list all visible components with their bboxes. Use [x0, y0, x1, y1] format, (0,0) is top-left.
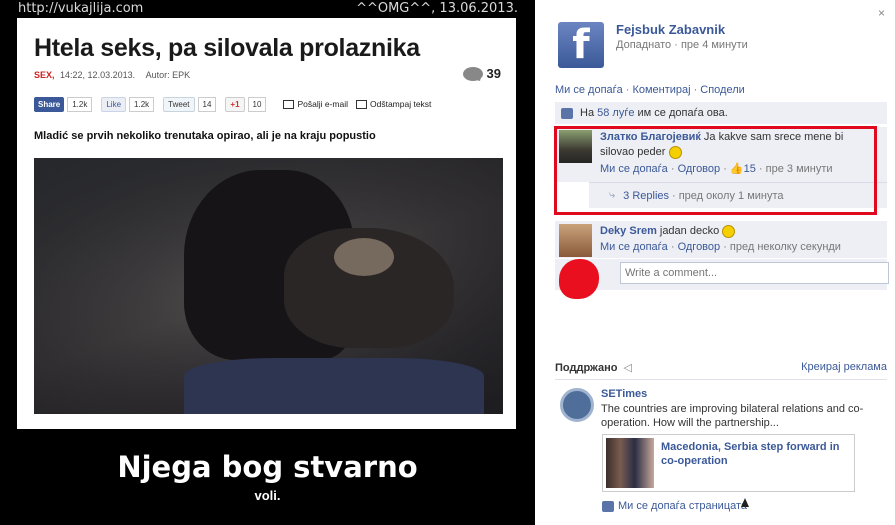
likes-people-link[interactable]: 58 луѓе	[597, 107, 634, 119]
post-actions: Ми се допаѓа · Коментирај · Сподели	[555, 84, 745, 96]
comment-bubble-icon	[462, 66, 483, 81]
thumbs-up-icon	[602, 500, 614, 512]
article-subtitle: Mladić se prvih nekoliko trenutaka opira…	[34, 130, 376, 142]
article-photo	[34, 158, 503, 414]
close-icon[interactable]: ×	[878, 6, 885, 20]
watermark-site: http://vukajlija.com	[18, 1, 144, 16]
comment-count: 39	[462, 66, 501, 81]
poster-caption-subtitle: voli.	[254, 488, 281, 503]
comment-input[interactable]	[620, 262, 889, 284]
smile-emoticon-icon	[722, 224, 736, 238]
poster: http://vukajlija.com ^^OMG^^, 13.06.2013…	[0, 0, 535, 525]
article-category: SEX,	[34, 70, 55, 80]
email-link[interactable]: Pošalji e-mail	[283, 99, 348, 109]
fb-like-count: 1.2k	[129, 96, 155, 112]
comment-action[interactable]: Коментирај	[632, 84, 690, 96]
fb-like-button[interactable]: Like	[101, 96, 127, 112]
comment-actions: Ми се допаѓа · Одговор · пред неколку се…	[600, 241, 841, 253]
article-datetime: 14:22, 12.03.2013.	[60, 70, 136, 80]
mouse-cursor-icon	[741, 498, 749, 507]
gplus-count: 10	[247, 96, 267, 112]
printer-icon	[356, 99, 367, 109]
poster-caption-title: Njega bog stvarno	[117, 450, 418, 484]
comment-time: пред неколку секунди	[729, 241, 841, 253]
ad-thumbnail	[606, 438, 654, 488]
article-meta: SEX, 14:22, 12.03.2013. Autor: EPK	[34, 70, 190, 80]
fb-share-count: 1.2k	[67, 96, 93, 112]
comment-reply-link[interactable]: Одговор	[678, 241, 721, 253]
share-bar: Share 1.2k Like 1.2k Tweet 14 +1 10 Poša…	[34, 96, 504, 112]
print-link[interactable]: Odštampaj tekst	[356, 99, 431, 109]
tweet-button[interactable]: Tweet	[163, 96, 195, 112]
censored-avatar	[559, 259, 599, 299]
comment-like-link[interactable]: Ми се допаѓа	[600, 241, 668, 253]
envelope-icon	[283, 99, 295, 109]
article-title: Htela seks, pa silovala prolaznika	[34, 34, 420, 62]
post-time: Допаднато · пре 4 минути	[616, 39, 748, 51]
thumbs-up-icon	[561, 107, 573, 119]
facebook-logo-icon: f	[572, 22, 590, 68]
page-name-link[interactable]: Fejsbuk Zabavnik	[616, 22, 725, 37]
gplus-button[interactable]: +1	[225, 96, 245, 112]
sponsored-title: Поддржано	[555, 362, 618, 374]
page-avatar[interactable]: f	[558, 22, 604, 68]
ad-card-title[interactable]: Macedonia, Serbia step forward in co-ope…	[661, 440, 848, 468]
fb-share-button[interactable]: Share	[34, 96, 65, 112]
article-author: Autor: EPK	[145, 70, 191, 80]
advertiser-link[interactable]: SETimes	[601, 388, 647, 400]
like-action[interactable]: Ми се допаѓа	[555, 84, 623, 96]
compass-icon[interactable]	[560, 388, 594, 422]
ad-text: The countries are improving bilateral re…	[601, 403, 864, 429]
likes-summary: На 58 луѓе им се допаѓа ова.	[555, 102, 887, 124]
write-comment-row	[555, 259, 889, 299]
highlight-box	[554, 126, 877, 215]
article-screenshot: Htela seks, pa silovala prolaznika SEX, …	[17, 18, 516, 429]
comment-body: Deky Srem jadan decko	[600, 224, 877, 239]
watermark-stamp: ^^OMG^^, 13.06.2013.	[356, 1, 518, 16]
ad-card[interactable]: Macedonia, Serbia step forward in co-ope…	[602, 434, 855, 492]
create-ad-link[interactable]: Креирај реклама	[801, 361, 887, 373]
comment-author-link[interactable]: Deky Srem	[600, 225, 657, 237]
commenter-avatar[interactable]	[559, 224, 592, 257]
comment-item: Deky Srem jadan decko Ми се допаѓа · Одго…	[555, 221, 887, 258]
comment-text: jadan decko	[659, 225, 720, 237]
sponsored-header: Поддржано ◁ Креирај реклама	[555, 361, 887, 380]
comment-count-value: 39	[486, 66, 501, 81]
share-action[interactable]: Сподели	[700, 84, 745, 96]
like-page-link[interactable]: Ми се допаѓа страницата	[602, 500, 747, 512]
tweet-count: 14	[197, 96, 217, 112]
megaphone-icon: ◁	[623, 362, 632, 374]
